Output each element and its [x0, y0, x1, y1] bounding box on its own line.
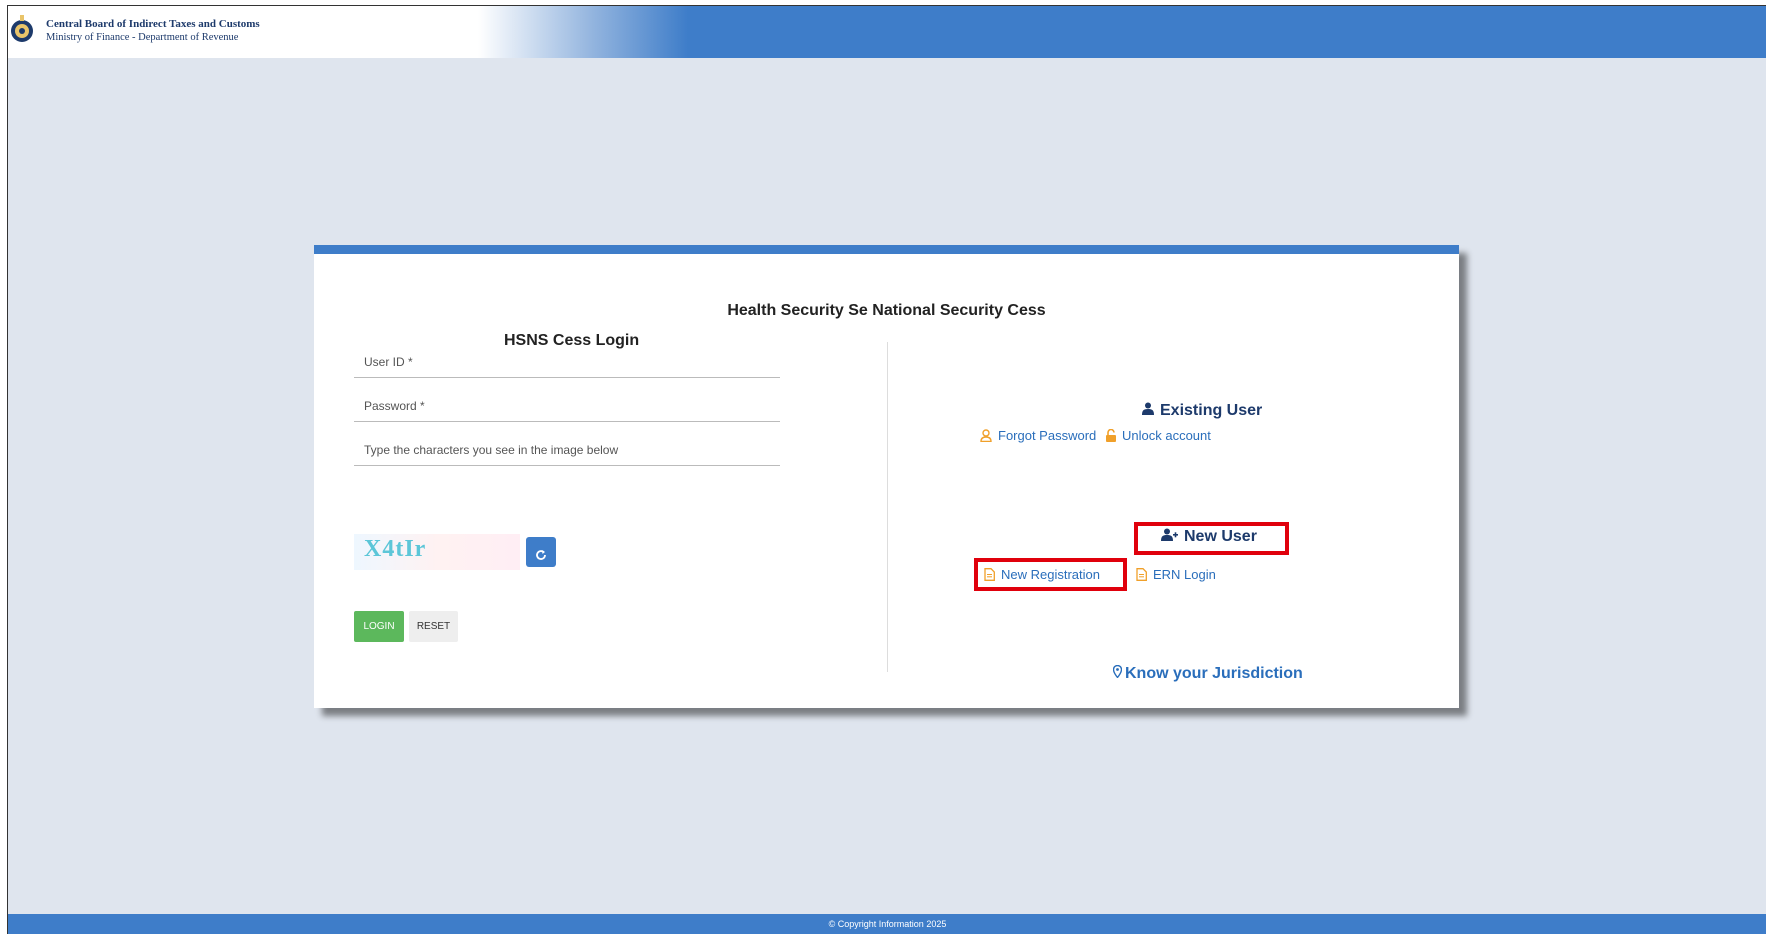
new-registration-label: New Registration [1001, 567, 1100, 582]
unlock-account-label: Unlock account [1122, 428, 1211, 443]
unlock-account-link[interactable]: Unlock account [1106, 428, 1211, 445]
document-icon [984, 567, 995, 584]
add-user-icon [1161, 528, 1178, 546]
new-registration-link[interactable]: New Registration [984, 567, 1100, 584]
password-input[interactable] [354, 390, 780, 421]
existing-user-heading: Existing User [1142, 402, 1262, 420]
password-field [354, 390, 780, 422]
captcha-image: X4tIr [354, 534, 520, 570]
document-icon [1136, 567, 1147, 584]
browser-frame: Central Board of Indirect Taxes and Cust… [7, 5, 1766, 934]
know-jurisdiction-label: Know your Jurisdiction [1125, 665, 1303, 683]
org-name: Central Board of Indirect Taxes and Cust… [46, 18, 260, 30]
user-id-field [354, 346, 780, 378]
copyright-text: © Copyright Information 2025 [828, 919, 947, 929]
unlock-icon [1106, 428, 1116, 445]
page-title: Health Security Se National Security Ces… [727, 302, 1046, 319]
emblem-logo-icon [10, 13, 34, 45]
user-id-input[interactable] [354, 346, 780, 377]
login-card: Health Security Se National Security Ces… [314, 245, 1459, 708]
captcha-refresh-button[interactable] [526, 537, 556, 567]
captcha-text: X4tIr [364, 536, 427, 562]
new-user-highlight: New User [1134, 522, 1289, 555]
user-outline-icon [980, 428, 992, 445]
existing-user-label: Existing User [1160, 402, 1263, 420]
ern-login-label: ERN Login [1153, 567, 1216, 582]
captcha-input[interactable] [354, 434, 780, 465]
reset-button[interactable]: RESET [409, 611, 458, 642]
login-button[interactable]: LOGIN [354, 611, 404, 642]
new-user-heading: New User [1161, 528, 1257, 546]
forgot-password-link[interactable]: Forgot Password [980, 428, 1096, 445]
ern-login-link[interactable]: ERN Login [1136, 567, 1216, 584]
top-header: Central Board of Indirect Taxes and Cust… [8, 6, 1766, 58]
new-user-label: New User [1184, 528, 1257, 546]
refresh-icon [536, 550, 546, 560]
captcha-field [354, 434, 780, 466]
know-jurisdiction-link[interactable]: Know your Jurisdiction [1112, 664, 1303, 683]
footer: © Copyright Information 2025 [8, 914, 1766, 934]
vertical-divider [887, 342, 888, 672]
map-marker-icon [1112, 664, 1123, 683]
user-icon [1142, 402, 1154, 420]
forgot-password-label: Forgot Password [998, 428, 1097, 443]
org-subtitle: Ministry of Finance - Department of Reve… [46, 32, 239, 43]
